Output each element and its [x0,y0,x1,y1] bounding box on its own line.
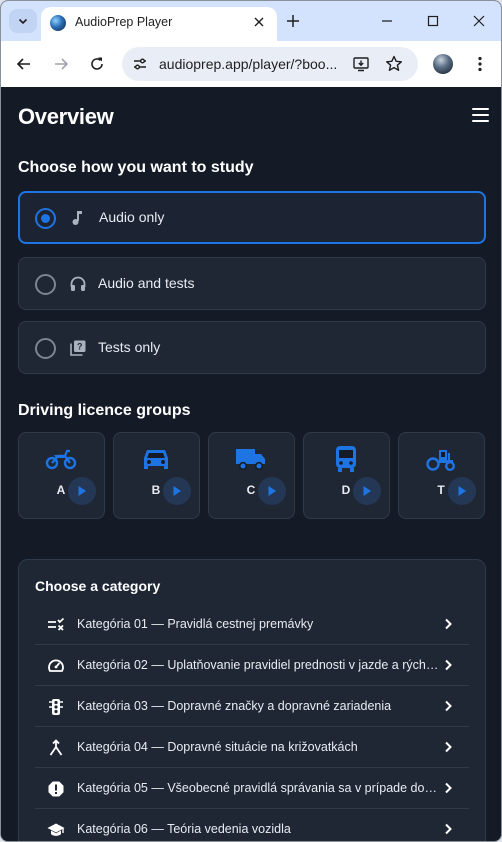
chevron-right-icon [445,741,452,753]
study-mode-label: Audio only [99,209,165,225]
site-favicon-icon [50,15,66,31]
chevron-right-icon [445,782,452,794]
category-row-05[interactable]: Kategória 05 — Všeobecné pravidlá správa… [35,768,469,809]
tab-close-button[interactable] [249,12,269,32]
quiz-icon: ? [70,340,86,356]
arrow-right-icon [55,58,69,70]
speedometer-icon [48,659,64,672]
licence-groups-heading: Driving licence groups [18,402,191,419]
category-row-06[interactable]: Kategória 06 — Teória vedenia vozidla [35,809,469,841]
close-window-button[interactable] [467,9,491,33]
reload-button[interactable] [85,52,109,76]
study-mode-heading: Choose how you want to study [18,159,254,176]
licence-group-t[interactable]: T [398,432,485,519]
music-note-icon [72,211,82,225]
school-icon [47,823,65,836]
play-button[interactable] [68,477,96,505]
chevron-right-icon [445,659,452,671]
app-page: Overview Choose how you want to study Au… [1,87,501,841]
tractor-icon [426,450,456,472]
play-icon [173,486,181,496]
study-mode-label: Audio and tests [98,275,195,291]
menu-line [472,120,489,122]
play-button[interactable] [448,477,476,505]
study-mode-audio-and-tests[interactable]: Audio and tests [18,257,486,310]
menu-line [472,108,489,110]
bus-icon [336,446,356,472]
category-heading: Choose a category [35,578,161,594]
headphones-icon [70,276,86,291]
back-button[interactable] [12,52,36,76]
radio-button[interactable] [35,338,56,359]
category-row-01[interactable]: Kategória 01 — Pravidlá cestnej premávky [35,604,469,645]
radio-button[interactable] [35,274,56,295]
chevron-down-icon [18,18,28,25]
maximize-button[interactable] [421,9,445,33]
svg-text:?: ? [77,342,83,352]
study-mode-label: Tests only [98,339,161,355]
play-button[interactable] [353,477,381,505]
tab-strip: AudioPrep Player [1,1,501,41]
active-tab[interactable]: AudioPrep Player [41,7,277,41]
category-label: Kategória 03 — Dopravné značky a dopravn… [77,699,392,713]
play-icon [458,486,466,496]
profile-avatar[interactable] [433,54,453,74]
truck-icon [236,449,265,471]
maximize-icon [427,15,439,27]
category-label: Kategória 02 — Uplatňovanie pravidiel pr… [77,658,439,672]
licence-group-c[interactable]: C [208,432,295,519]
category-label: Kategória 01 — Pravidlá cestnej premávky [77,617,314,631]
close-icon [254,17,264,27]
traffic-light-icon [49,699,63,715]
chevron-right-icon [445,618,452,630]
category-row-03[interactable]: Kategória 03 — Dopravné značky a dopravn… [35,686,469,727]
study-mode-tests-only[interactable]: ? Tests only [18,321,486,374]
play-button[interactable] [163,477,191,505]
licence-group-d[interactable]: D [303,432,390,519]
new-tab-button[interactable] [282,10,304,32]
menu-line [472,114,489,116]
category-label: Kategória 05 — Všeobecné pravidlá správa… [77,781,439,795]
more-vertical-icon [478,56,482,72]
minimize-icon [382,20,392,22]
category-label: Kategória 06 — Teória vedenia vozidla [77,822,291,836]
study-mode-audio-only[interactable]: Audio only [18,191,486,244]
reload-icon [91,57,103,70]
merge-icon [49,739,63,756]
address-bar[interactable]: audioprep.app/player/?boo... [122,47,418,81]
motorcycle-icon [45,449,77,470]
site-settings-icon[interactable] [131,55,149,73]
car-icon [144,450,168,469]
hamburger-menu-button[interactable] [471,107,491,123]
rule-icon [48,617,65,631]
browser-toolbar: audioprep.app/player/?boo... [1,41,501,87]
play-icon [78,486,86,496]
forward-button[interactable] [49,52,73,76]
url-text: audioprep.app/player/?boo... [159,56,338,72]
close-icon [473,15,485,27]
arrow-left-icon [16,58,30,70]
chevron-right-icon [445,700,452,712]
tab-title: AudioPrep Player [75,15,173,29]
category-row-04[interactable]: Kategória 04 — Dopravné situácie na križ… [35,727,469,768]
bookmark-star-icon[interactable] [384,54,404,74]
category-row-02[interactable]: Kategória 02 — Uplatňovanie pravidiel pr… [35,645,469,686]
plus-icon [287,15,299,27]
category-card: Choose a category Kategória 01 — Pravidl… [18,559,486,841]
category-label: Kategória 04 — Dopravné situácie na križ… [77,740,358,754]
alert-icon [48,781,64,797]
browser-menu-button[interactable] [470,52,490,76]
play-icon [363,486,371,496]
chevron-right-icon [445,823,452,835]
licence-group-b[interactable]: B [113,432,200,519]
install-app-icon[interactable] [352,55,370,73]
play-icon [268,486,276,496]
page-title: Overview [18,104,114,129]
licence-group-a[interactable]: A [18,432,105,519]
minimize-button[interactable] [375,9,399,33]
radio-button[interactable] [35,208,56,229]
tab-search-button[interactable] [9,9,37,33]
play-button[interactable] [258,477,286,505]
browser-window: AudioPrep Player audioprep.app/player/?b… [0,0,502,842]
